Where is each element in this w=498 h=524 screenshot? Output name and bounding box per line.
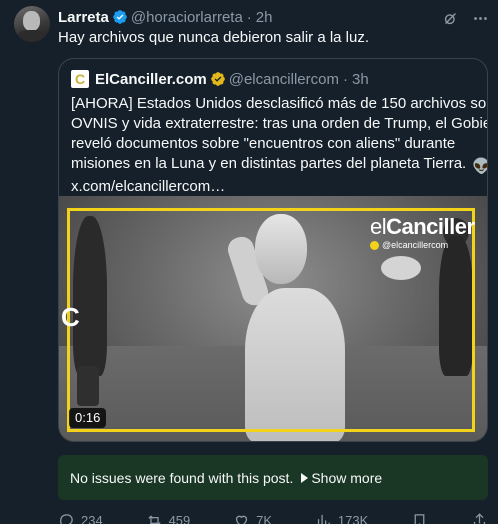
quote-time[interactable]: 3h (352, 71, 369, 88)
watermark-brand: elCanciller (370, 216, 476, 238)
post-text: Hay archivos que nunca debieron salir a … (58, 29, 370, 46)
reply-count: 234 (81, 512, 103, 524)
quote-header: C ElCanciller.com @elcancillercom · 3h (71, 70, 369, 88)
like-button[interactable]: 7K (233, 510, 272, 524)
quote-avatar-letter: C (74, 71, 86, 87)
post[interactable]: Larreta @horaciorlarreta · 2h Hay archiv… (0, 0, 498, 524)
watermark-handle-row: @elcancillercom (370, 240, 476, 250)
community-notice: No issues were found with this post. Sho… (58, 455, 488, 500)
avatar-body (17, 30, 47, 42)
share-icon (473, 512, 486, 524)
notice-text: No issues were found with this post. (70, 469, 294, 486)
video-duration: 0:16 (69, 408, 107, 428)
share-button[interactable] (471, 510, 488, 524)
reply-icon (60, 513, 73, 524)
quote-text: [AHORA] Estados Unidos desclasificó más … (71, 94, 488, 197)
watermark-brand-light: el (370, 214, 387, 239)
avatar-face (23, 11, 40, 31)
like-count: 7K (256, 512, 273, 524)
author-avatar[interactable] (14, 6, 50, 42)
watermark-handle: @elcancillercom (382, 240, 449, 250)
channel-corner-logo: C (61, 302, 80, 332)
quoted-post[interactable]: C ElCanciller.com @elcancillercom · 3h [… (58, 58, 488, 442)
grok-icon[interactable] (440, 8, 460, 28)
show-more-button[interactable]: Show more (301, 470, 382, 486)
post-header: Larreta @horaciorlarreta · 2h (58, 8, 272, 26)
video-watermark: elCanciller @elcancillercom (370, 216, 476, 250)
quote-link[interactable]: x.com/elcancillercom… (71, 177, 481, 197)
video-player[interactable]: C elCanciller @elcancillercom 0:16 (59, 196, 487, 441)
post-time[interactable]: 2h (256, 9, 273, 26)
quote-text-line: [AHORA] Estados Unidos desclasificó más … (71, 95, 488, 112)
play-triangle-icon (301, 472, 309, 483)
views-count: 173K (337, 512, 369, 524)
quote-author-name[interactable]: ElCanciller.com (95, 71, 207, 88)
bookmark-button[interactable] (411, 510, 428, 524)
quote-text-line: OVNIS y vida extraterrestre: tras una or… (71, 115, 488, 132)
views-icon (317, 514, 330, 524)
quote-author-avatar[interactable]: C (71, 70, 89, 88)
show-more-label: Show more (311, 469, 383, 486)
verified-badge-icon (113, 10, 127, 24)
twitter-bird-icon (370, 240, 379, 250)
top-right-icons (440, 8, 490, 28)
action-bar: 234 459 7K 173K (58, 510, 488, 524)
separator-dot: · (246, 8, 252, 26)
repost-icon (147, 514, 161, 524)
alien-ufo-emoji: 👽🛸 (472, 157, 487, 177)
quote-text-line: misiones en la Luna y en distintas parte… (71, 155, 467, 172)
heart-icon (236, 515, 248, 524)
repost-count: 459 (168, 512, 191, 524)
author-handle[interactable]: @horaciorlarreta (131, 9, 243, 26)
more-icon[interactable] (470, 8, 490, 28)
bookmark-icon (414, 513, 425, 524)
quote-text-line-with-emoji: misiones en la Luna y en distintas parte… (71, 154, 487, 177)
quote-author-handle[interactable]: @elcancillercom (229, 71, 339, 88)
views-button[interactable]: 173K (315, 510, 368, 524)
repost-button[interactable]: 459 (146, 510, 191, 524)
verified-gold-badge-icon (210, 72, 225, 86)
quote-separator-dot: · (342, 70, 348, 88)
watermark-brand-bold: Canciller (386, 214, 475, 239)
quote-text-line: reveló documentos sobre "encuentros con … (71, 135, 456, 152)
author-name[interactable]: Larreta (58, 9, 109, 26)
reply-button[interactable]: 234 (58, 510, 103, 524)
